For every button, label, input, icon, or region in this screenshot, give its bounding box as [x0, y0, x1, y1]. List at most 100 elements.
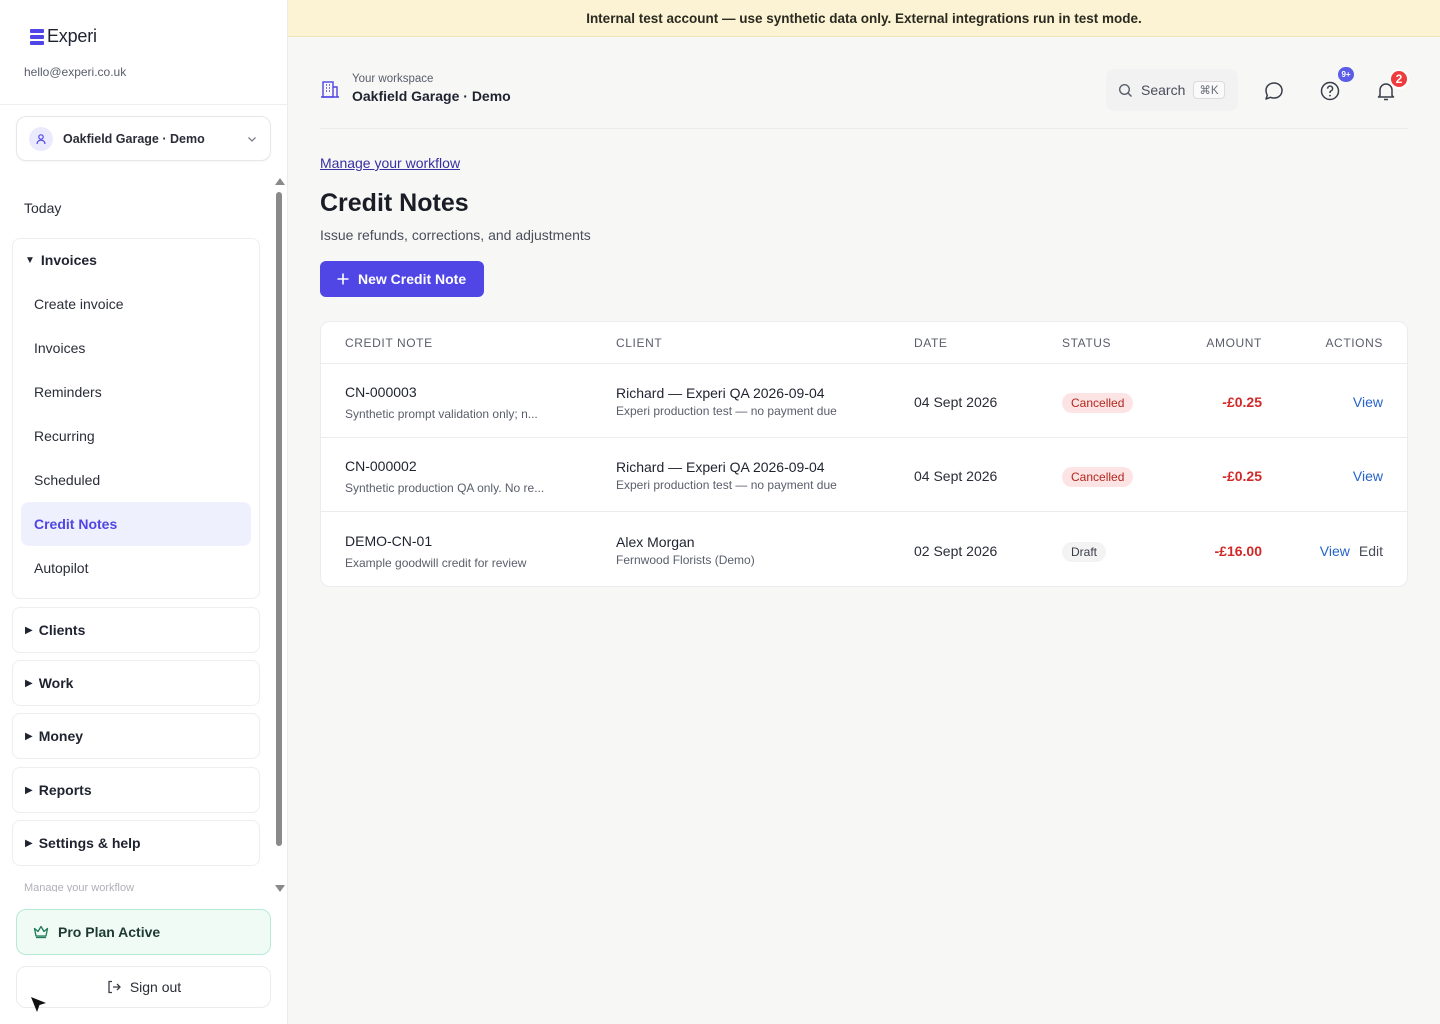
column-header-client[interactable]: CLIENT	[616, 336, 662, 350]
workspace-select[interactable]: Oakfield Garage · Demo	[16, 116, 271, 161]
test-mode-banner: Internal test account — use synthetic da…	[288, 0, 1440, 37]
nav-group-title: Settings & help	[38, 835, 141, 851]
sidebar-scrollbar[interactable]	[273, 178, 285, 892]
sidebar-item-create-invoice[interactable]: Create invoice	[21, 282, 251, 326]
table-row[interactable]: CN-000002 Synthetic production QA only. …	[321, 438, 1407, 512]
mouse-cursor-icon	[31, 997, 46, 1012]
credit-note-number: CN-000003	[345, 384, 417, 400]
sidebar-nav: Today ▼ Invoices Create invoice Invoices…	[0, 176, 288, 892]
row-actions: View Edit	[1320, 543, 1383, 559]
nav-group-title: Money	[38, 728, 84, 744]
divider	[320, 128, 1408, 129]
sidebar: Experi hello@experi.co.uk Oakfield Garag…	[0, 0, 288, 1024]
nav-group-settings-help[interactable]: ▶ Settings & help	[12, 820, 260, 866]
credit-note-description: Synthetic production QA only. No re...	[345, 481, 545, 495]
sidebar-item-scheduled[interactable]: Scheduled	[21, 458, 251, 502]
status-badge: Cancelled	[1062, 393, 1134, 413]
pro-plan-badge[interactable]: Pro Plan Active	[16, 909, 271, 955]
column-header-credit-note[interactable]: CREDIT NOTE	[345, 336, 433, 350]
nav-group-money[interactable]: ▶ Money	[12, 713, 260, 759]
page-title: Credit Notes	[320, 189, 469, 217]
scroll-down-arrow-icon[interactable]	[275, 885, 285, 892]
logo-icon	[30, 28, 44, 45]
brand-logo[interactable]: Experi	[30, 26, 97, 47]
sidebar-item-autopilot[interactable]: Autopilot	[21, 546, 251, 590]
client-name: Alex Morgan	[616, 534, 695, 550]
manage-workflow-link[interactable]: Manage your workflow	[320, 155, 460, 171]
view-link[interactable]: View	[1320, 543, 1350, 559]
crown-icon	[33, 925, 49, 939]
credit-note-number: CN-000002	[345, 458, 417, 474]
workspace-label: Your workspace	[352, 73, 434, 85]
new-credit-note-button[interactable]: New Credit Note	[320, 261, 484, 297]
triangle-right-icon: ▶	[25, 677, 33, 689]
search-label: Search	[1141, 82, 1186, 98]
row-actions: View	[1353, 468, 1383, 484]
column-header-status[interactable]: STATUS	[1062, 336, 1111, 350]
workspace-header: Your workspace Oakfield Garage · Demo	[320, 73, 511, 104]
sidebar-item-invoices[interactable]: Invoices	[21, 326, 251, 370]
client-subtitle: Experi production test — no payment due	[616, 478, 837, 492]
sidebar-item-recurring[interactable]: Recurring	[21, 414, 251, 458]
table-row[interactable]: CN-000003 Synthetic prompt validation on…	[321, 364, 1407, 438]
table-row[interactable]: DEMO-CN-01 Example goodwill credit for r…	[321, 513, 1407, 587]
help-icon[interactable]	[1318, 79, 1342, 103]
sidebar-item-today[interactable]: Today	[24, 200, 61, 216]
help-badge: 9+	[1338, 67, 1354, 82]
notification-badge: 2	[1389, 69, 1409, 89]
sign-out-icon	[108, 980, 121, 994]
manage-workflow-link[interactable]: Manage your workflow	[24, 882, 134, 892]
status-badge: Draft	[1062, 542, 1107, 562]
nav-group-title: Reports	[38, 782, 92, 798]
column-header-date[interactable]: DATE	[914, 336, 948, 350]
triangle-right-icon: ▶	[25, 730, 33, 742]
user-email: hello@experi.co.uk	[24, 65, 127, 79]
credit-notes-table: CREDIT NOTE CLIENT DATE STATUS AMOUNT AC…	[320, 321, 1408, 587]
nav-group-title: Invoices	[40, 252, 97, 268]
nav-group-reports[interactable]: ▶ Reports	[12, 767, 260, 813]
sidebar-item-reminders[interactable]: Reminders	[21, 370, 251, 414]
new-credit-note-label: New Credit Note	[358, 271, 467, 287]
credit-note-date: 02 Sept 2026	[914, 543, 998, 559]
sidebar-item-credit-notes[interactable]: Credit Notes	[21, 502, 251, 546]
credit-note-description: Synthetic prompt validation only; n...	[345, 407, 538, 421]
divider	[0, 104, 287, 105]
workspace-select-value: Oakfield Garage · Demo	[63, 131, 205, 146]
credit-note-date: 04 Sept 2026	[914, 394, 998, 410]
credit-note-amount: -£16.00	[1214, 543, 1262, 559]
building-icon	[321, 80, 339, 98]
view-link[interactable]: View	[1353, 394, 1383, 410]
nav-group-invoices-toggle[interactable]: ▼ Invoices	[25, 252, 97, 268]
scroll-up-arrow-icon[interactable]	[275, 178, 285, 185]
plus-icon	[337, 273, 349, 285]
column-header-actions: ACTIONS	[1325, 336, 1383, 350]
scrollbar-thumb[interactable]	[276, 192, 282, 846]
pro-plan-label: Pro Plan Active	[58, 924, 161, 940]
sign-out-label: Sign out	[129, 979, 182, 995]
nav-group-work[interactable]: ▶ Work	[12, 660, 260, 706]
chat-icon[interactable]	[1262, 79, 1286, 103]
triangle-right-icon: ▶	[25, 837, 33, 849]
main-content: Your workspace Oakfield Garage · Demo Se…	[288, 37, 1440, 1024]
client-name: Richard — Experi QA 2026-09-04	[616, 459, 825, 475]
nav-group-title: Work	[38, 675, 74, 691]
client-subtitle: Experi production test — no payment due	[616, 404, 837, 418]
credit-note-amount: -£0.25	[1222, 394, 1262, 410]
column-header-amount[interactable]: AMOUNT	[1206, 336, 1262, 350]
triangle-right-icon: ▶	[25, 624, 33, 636]
status-badge: Cancelled	[1062, 467, 1134, 487]
nav-group-clients[interactable]: ▶ Clients	[12, 607, 260, 653]
nav-group-title: Clients	[38, 622, 86, 638]
page-subtitle: Issue refunds, corrections, and adjustme…	[320, 227, 591, 243]
credit-note-date: 04 Sept 2026	[914, 468, 998, 484]
workspace-name: Oakfield Garage · Demo	[352, 88, 511, 104]
sign-out-button[interactable]: Sign out	[16, 966, 271, 1008]
search-button[interactable]: Search ⌘K	[1106, 69, 1238, 111]
view-link[interactable]: View	[1353, 468, 1383, 484]
client-subtitle: Fernwood Florists (Demo)	[616, 553, 755, 567]
edit-link[interactable]: Edit	[1359, 543, 1383, 559]
credit-note-amount: -£0.25	[1222, 468, 1262, 484]
triangle-right-icon: ▶	[25, 784, 33, 796]
search-icon	[1118, 83, 1132, 97]
client-name: Richard — Experi QA 2026-09-04	[616, 385, 825, 401]
